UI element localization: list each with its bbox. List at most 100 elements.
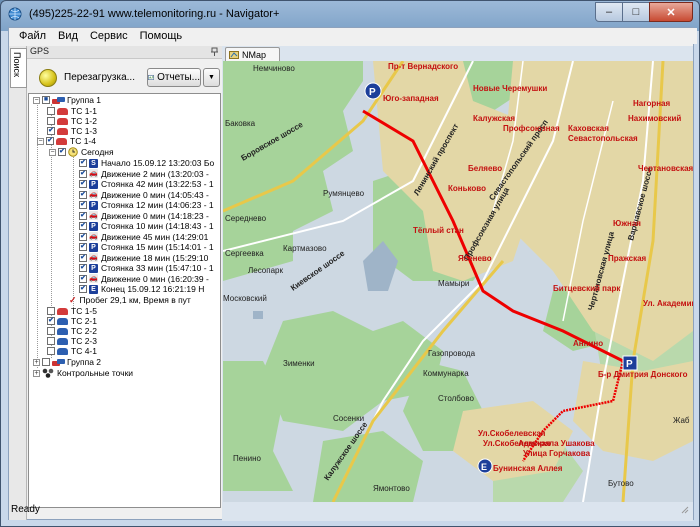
car-icon [57, 107, 68, 115]
checkbox[interactable] [47, 117, 55, 125]
vehicle-tree[interactable]: − ■ Группа 1 ТС 1-1 ТС 1-2 ✔ ТС 1-3 − ✔ ТС 1-… [28, 93, 221, 508]
collapse-icon[interactable]: − [37, 137, 44, 145]
parking-marker[interactable]: P [622, 355, 638, 371]
checkbox[interactable]: ✔ [46, 137, 54, 145]
menu-view[interactable]: Вид [52, 30, 84, 42]
title-bar[interactable]: (495)225-22-91 www.telemonitoring.ru - N… [1, 1, 699, 27]
checkbox[interactable] [47, 347, 55, 355]
trip-event[interactable]: ✔ P Стоянка 12 мин (14:06:23 - 1 [79, 200, 214, 210]
checkbox[interactable]: ✔ [79, 274, 87, 283]
tree-vehicle[interactable]: ТС 2-3 [47, 336, 97, 346]
map-view[interactable]: P P E Немчиново Румянцево Картмазово Москов… [223, 61, 693, 502]
trip-event[interactable]: ✔ S Начало 15.09.12 13:20:03 Бо [79, 158, 214, 168]
trip-event[interactable]: ✔ 🚗 Движение 45 мин (14:29:01 [79, 232, 208, 242]
checkbox[interactable]: ✔ [79, 243, 87, 251]
checkbox[interactable]: ✔ [47, 317, 55, 325]
minimize-button[interactable]: – [595, 2, 623, 22]
tree-group-2[interactable]: + Группа 2 [33, 357, 101, 367]
checkbox[interactable] [47, 327, 55, 335]
trip-event[interactable]: ✔ 🚗 Движение 0 мин (16:20:39 - [79, 274, 209, 284]
parking-icon: P [89, 221, 98, 231]
checkbox[interactable]: ✔ [79, 211, 87, 220]
trip-event[interactable]: ✔ P Стоянка 42 мин (13:22:53 - 1 [79, 179, 214, 189]
panel-title: GPS [30, 46, 50, 56]
trip-event[interactable]: ✔ P Стоянка 33 мин (15:47:10 - 1 [79, 263, 214, 273]
checkbox[interactable]: ✔ [47, 127, 55, 135]
checkbox[interactable]: ✔ [79, 201, 87, 209]
map-icon [229, 50, 239, 59]
status-bar: Ready [8, 502, 692, 517]
checkbox[interactable]: ✔ [79, 232, 87, 241]
checkbox[interactable]: ✔ [79, 169, 87, 178]
checkbox[interactable]: ✔ [79, 264, 87, 272]
place-label: Бутово [608, 479, 634, 488]
map-canvas[interactable]: P P E Немчиново Румянцево Картмазово Москов… [223, 61, 693, 502]
parking-icon: P [89, 263, 98, 273]
pin-icon[interactable] [210, 47, 219, 56]
checkbox[interactable]: ✔ [79, 285, 87, 293]
end-marker[interactable]: E [477, 458, 493, 474]
tab-search[interactable]: Поиск [10, 48, 27, 88]
trip-event[interactable]: ✔ 🚗 Движение 0 мин (14:05:43 - [79, 190, 209, 200]
expand-icon[interactable]: + [33, 358, 40, 366]
tree-vehicle[interactable]: ТС 1-1 [47, 106, 97, 116]
parking-icon: P [89, 179, 98, 189]
tree-group-1[interactable]: − ■ Группа 1 [33, 95, 101, 105]
reports-dropdown-button[interactable]: ▼ [203, 68, 220, 87]
reports-button[interactable]: Отчеты... [147, 68, 201, 87]
car-icon [57, 307, 68, 315]
trip-event[interactable]: ✔ 🚗 Движение 2 мин (13:20:03 - [79, 169, 209, 179]
checkbox[interactable] [47, 107, 55, 115]
close-button[interactable]: ✕ [649, 2, 693, 22]
checkbox[interactable]: ✔ [58, 148, 66, 156]
car-icon [57, 317, 68, 325]
tree-vehicle[interactable]: − ✔ ТС 1-4 [37, 136, 96, 146]
trip-event[interactable]: ✔ 🚗 Движение 18 мин (15:29:10 [79, 253, 208, 263]
tree-vehicle[interactable]: ТС 2-2 [47, 326, 97, 336]
menu-help[interactable]: Помощь [134, 30, 189, 42]
app-globe-icon [8, 7, 22, 21]
menu-file[interactable]: Файл [13, 30, 52, 42]
tree-vehicle[interactable]: ✔ ТС 2-1 [47, 316, 97, 326]
menu-bar: Файл Вид Сервис Помощь [9, 28, 697, 44]
checkbox[interactable]: ✔ [79, 190, 87, 199]
checkbox[interactable]: ✔ [79, 180, 87, 188]
metro-label: Южная [613, 219, 641, 228]
trip-event[interactable]: ✔ P Стоянка 15 мин (15:14:01 - 1 [79, 242, 214, 252]
checkbox[interactable] [47, 337, 55, 345]
checkbox[interactable]: ✔ [79, 222, 87, 230]
collapse-icon[interactable]: − [49, 148, 56, 156]
parking-marker[interactable]: P [364, 82, 382, 100]
trip-event[interactable]: ✔ 🚗 Движение 0 мин (14:18:23 - [79, 211, 209, 221]
checkbox[interactable]: ■ [42, 96, 50, 104]
tab-nmap[interactable]: NMap [225, 47, 280, 61]
resize-grip-icon[interactable] [681, 506, 689, 514]
tree-vehicle[interactable]: ТС 1-2 [47, 116, 97, 126]
metro-label: Коньково [448, 184, 486, 193]
map-pane: NMap P P E Немчиново Румянцево Картмазов… [222, 46, 693, 521]
tree-label: Стоянка 15 мин (15:14:01 - 1 [101, 242, 214, 252]
tree-control-points[interactable]: + Контрольные точки [33, 368, 133, 378]
trip-event[interactable]: ✔ E Конец 15.09.12 16:21:19 Н [79, 284, 204, 294]
checkbox[interactable] [47, 307, 55, 315]
tree-label: Движение 45 мин (14:29:01 [101, 231, 209, 242]
tree-mileage: ✓ Пробег 29,1 км, Время в пут [69, 295, 191, 305]
maximize-button[interactable]: □ [622, 2, 650, 22]
metro-label: Б-р Дмитрия Донского [598, 370, 688, 379]
tree-vehicle[interactable]: ТС 4-1 [47, 346, 97, 356]
tree-vehicle[interactable]: ТС 1-5 [47, 306, 97, 316]
trip-event[interactable]: ✔ P Стоянка 10 мин (14:18:43 - 1 [79, 221, 214, 231]
expand-icon[interactable]: + [33, 369, 40, 377]
clock-icon [68, 147, 78, 157]
checkbox[interactable]: ✔ [79, 253, 87, 262]
tree-vehicle[interactable]: ✔ ТС 1-3 [47, 126, 97, 136]
collapse-icon[interactable]: − [33, 96, 40, 104]
tree-label: ТС 4-1 [71, 346, 97, 356]
svg-text:E: E [481, 462, 487, 472]
checkbox[interactable]: ✔ [79, 159, 87, 167]
place-label: Газопровода [428, 349, 476, 358]
tree-day[interactable]: − ✔ Сегодня [49, 147, 114, 157]
menu-service[interactable]: Сервис [84, 30, 134, 42]
checkbox[interactable] [42, 358, 50, 366]
reload-label[interactable]: Перезагрузка... [64, 72, 135, 83]
